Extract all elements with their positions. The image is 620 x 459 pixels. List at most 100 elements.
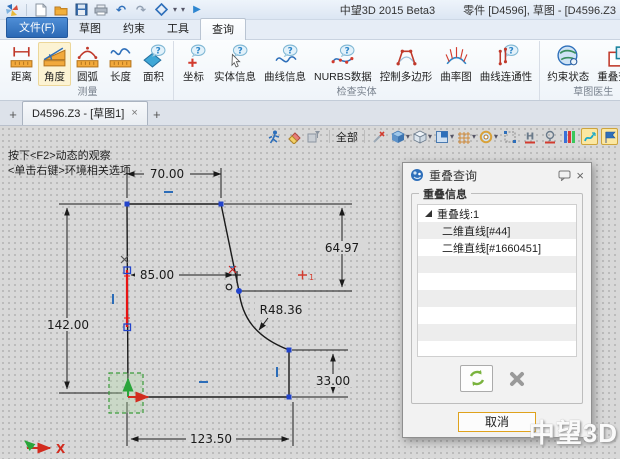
regen-dropdown-icon[interactable]: ▾ [173,5,177,14]
divider [26,4,27,16]
tree-node-line[interactable]: 二维直线[#44] [418,222,576,239]
profile-lines[interactable] [127,204,289,397]
overlap-info-label: 重叠信息 [419,186,471,202]
customize-dropdown-icon[interactable]: ▾ [181,5,185,14]
help-bubble-icon[interactable] [558,170,571,181]
entity-info-icon [223,44,248,69]
tab-constraint[interactable]: 约束 [112,18,156,39]
svg-text:33.00: 33.00 [316,374,350,388]
dim-step-height[interactable]: 33.00 [292,350,354,397]
dim-bottom-width[interactable]: 123.50 [127,402,293,446]
dialog-close-icon[interactable]: × [576,168,584,183]
arc-icon [75,44,100,69]
sketch-points[interactable] [124,202,292,400]
svg-text:1: 1 [309,273,314,282]
constraint-markers [113,192,277,382]
dim-radius[interactable]: R48.36 [255,302,307,330]
refresh-button[interactable] [460,365,493,392]
document-tab-bar: + D4596.Z3 - [草图1] × + [0,101,620,126]
distance-button[interactable]: 距离 [5,42,38,86]
new-tab-button[interactable]: + [148,107,166,125]
ribbon-group-sketch-doctor: 约束状态 重叠查询 草图医生 [540,41,620,100]
sketch-viewport[interactable]: 全部 ▾ ▾ ▾ ▾ ▾ [0,126,620,459]
control-polygon-button[interactable]: 控制多边形 [376,42,437,86]
angle-icon [42,44,67,69]
file-menu-button[interactable]: 文件(F) [6,17,68,38]
constraint-status-button[interactable]: 约束状态 [543,42,593,86]
menu-bar: 文件(F) 草图 约束 工具 查询 [0,20,620,39]
axis-x-label: X [56,442,66,456]
ribbon-group-inspect: 坐标 实体信息 曲线信息 NURBS数据 控制多边形 [174,41,540,100]
group-label-sketch-doctor: 草图医生 [543,86,620,100]
dialog-title: 重叠查询 [429,167,553,184]
overlap-query-dialog: 重叠查询 × 重叠信息 重叠线:1 二维直线[#44] 二维直线[#166045… [402,162,592,438]
dim-offset[interactable]: 85.00 [131,268,233,282]
slant-line [221,204,239,291]
curvature-plot-icon [444,44,469,69]
arc-button[interactable]: 圆弧 [71,42,104,86]
tree-node-root[interactable]: 重叠线:1 [418,205,576,222]
fillet-arc [239,291,289,350]
play-icon[interactable]: ▶ [189,2,205,17]
redo-icon[interactable]: ↷ [133,2,149,17]
curve-info-button[interactable]: 曲线信息 [260,42,310,86]
origin-marker[interactable] [109,373,148,413]
undo-icon[interactable]: ↶ [113,2,129,17]
tree-empty-row [418,290,576,307]
area-button[interactable]: 面积 [137,42,170,86]
document-tab-active[interactable]: D4596.Z3 - [草图1] × [22,101,148,125]
app-title: 中望3D 2015 Beta3 [340,2,435,18]
tab-tools[interactable]: 工具 [156,18,200,39]
coordinate-button[interactable]: 坐标 [177,42,210,86]
svg-text:123.50: 123.50 [190,432,232,446]
control-polygon-icon [394,44,419,69]
distance-icon [9,44,34,69]
entity-info-button[interactable]: 实体信息 [210,42,260,86]
new-file-icon[interactable] [33,2,49,17]
overlap-query-icon [606,44,620,69]
tree-empty-row [418,341,576,357]
tab-close-icon[interactable]: × [131,108,137,118]
tree-empty-row [418,324,576,341]
coordinate-icon [181,44,206,69]
dialog-title-bar[interactable]: 重叠查询 × [403,163,591,187]
overlap-info-group: 重叠信息 重叠线:1 二维直线[#44] 二维直线[#1660451] [411,193,583,404]
nurbs-data-icon [330,44,355,69]
tab-inquire[interactable]: 查询 [200,18,246,40]
length-button[interactable]: 长度 [104,42,137,86]
dialog-actions [417,357,577,399]
overlap-tree[interactable]: 重叠线:1 二维直线[#44] 二维直线[#1660451] [417,204,577,357]
curve-info-icon [273,44,298,69]
tree-empty-row [418,273,576,290]
ribbon-group-measure: 距离 角度 圆弧 长度 面积 测量 [2,41,174,100]
dim-left-height[interactable]: 142.00 [46,204,122,393]
curve-connectivity-button[interactable]: 曲线连通性 [476,42,537,86]
tree-expander-icon[interactable] [425,210,432,217]
print-icon[interactable] [93,2,109,17]
open-end-marker: 1 [298,271,314,283]
group-label-inspect: 检查实体 [177,86,536,100]
document-title: 零件 [D4596], 草图 - [D4596.Z3 [463,2,616,18]
cancel-button[interactable]: 取消 [458,412,536,432]
dim-top-width[interactable]: 70.00 [127,167,221,198]
document-tab-label: D4596.Z3 - [草图1] [32,105,124,121]
zw3d-window: ↶ ↷ ▾ ▾ ▶ 中望3D 2015 Beta3 零件 [D4596], 草图… [0,0,620,459]
dim-right-height[interactable]: 64.97 [224,204,364,291]
angle-button[interactable]: 角度 [38,42,71,86]
tab-sketch[interactable]: 草图 [68,18,112,39]
open-folder-icon[interactable] [53,2,69,17]
delete-button[interactable] [501,365,534,392]
constraint-status-icon [556,44,581,69]
tree-node-line[interactable]: 二维直线[#1660451] [418,239,576,256]
add-tab-button[interactable]: + [4,107,22,125]
refresh-icon [467,368,487,388]
app-logo-icon[interactable] [4,2,20,17]
group-label-measure: 测量 [5,86,170,100]
ribbon: 距离 角度 圆弧 长度 面积 测量 [0,39,620,101]
nurbs-data-button[interactable]: NURBS数据 [310,42,376,86]
curvature-plot-button[interactable]: 曲率图 [436,42,476,86]
regen-icon[interactable] [153,2,169,17]
save-icon[interactable] [73,2,89,17]
zw3d-watermark: 中望3D [529,413,618,450]
overlap-query-button[interactable]: 重叠查询 [593,42,620,86]
